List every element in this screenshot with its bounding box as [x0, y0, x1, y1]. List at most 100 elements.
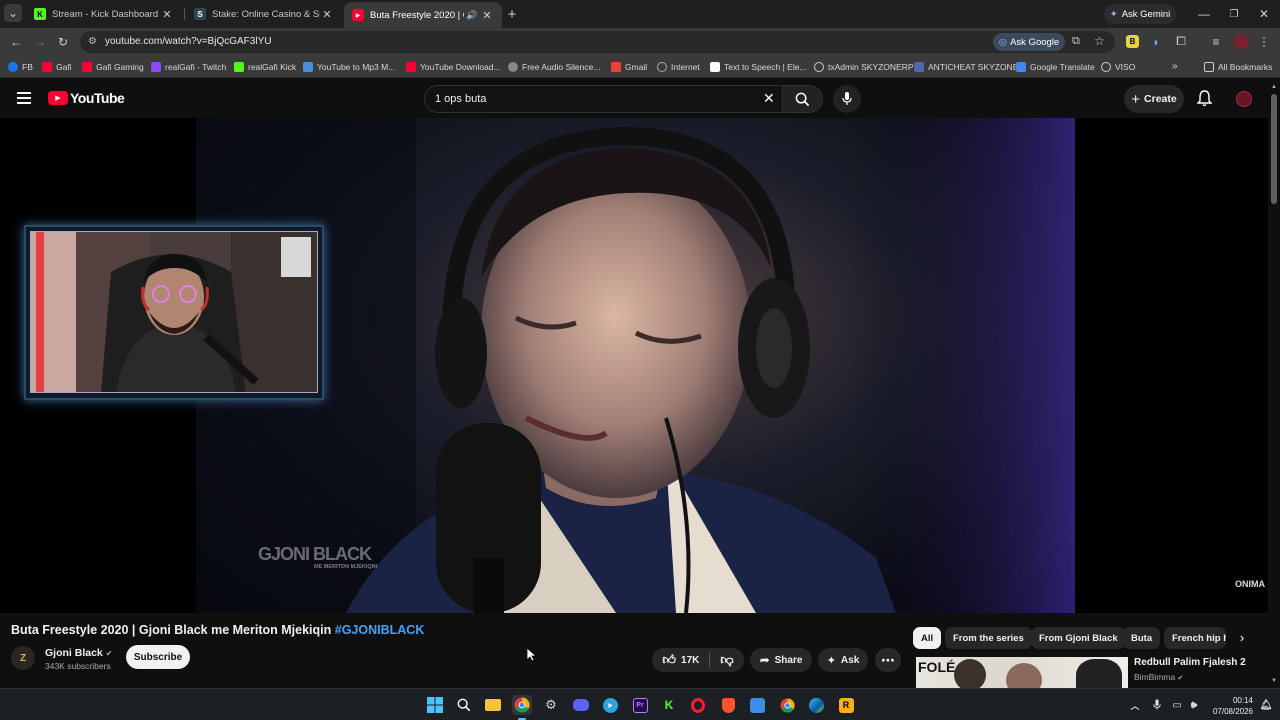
restore-icon[interactable]: ❐ [1226, 0, 1242, 28]
telegram-icon[interactable]: ➤ [600, 695, 620, 715]
extension-wave-icon[interactable]: ◗ [1149, 28, 1163, 55]
channel-avatar[interactable]: Z [11, 646, 35, 670]
chips-next-chevron-icon[interactable]: › [1232, 630, 1252, 648]
steam-icon[interactable]: ⚙ [541, 695, 561, 715]
bookmark-audio-silence[interactable]: Free Audio Silence... [508, 55, 600, 78]
dislike-button[interactable]: 👎︎ [710, 652, 733, 668]
minimize-icon[interactable]: — [1196, 0, 1212, 28]
taskbar-clock[interactable]: 00:14 07/08/2026 [1207, 695, 1253, 717]
tray-microphone-icon[interactable] [1147, 695, 1167, 715]
tab-kick-dashboard[interactable]: K Stream - Kick Dashboard ✕ [26, 0, 182, 28]
bookmark-translate[interactable]: Google Translate [1016, 55, 1095, 78]
channel-name[interactable]: Gjoni Black ✔ [45, 647, 112, 659]
youtube-logo[interactable]: ▶ YouTube [48, 90, 125, 106]
page-scrollbar[interactable]: ▲ ▼ [1268, 80, 1280, 688]
bookmark-tts[interactable]: Text to Speech | Ele... [710, 55, 807, 78]
more-bookmarks-icon[interactable]: » [1172, 55, 1178, 78]
tab-youtube-video[interactable]: ▶ Buta Freestyle 2020 | Gjoni 🔊 ✕ [344, 2, 502, 28]
media-controls-icon[interactable]: ≡ [1209, 28, 1223, 55]
url-text[interactable]: youtube.com/watch?v=BjQcGAF3lYU [105, 36, 271, 47]
capcut-icon[interactable] [747, 695, 767, 715]
bookmark-gafi[interactable]: Gafi [42, 55, 72, 78]
scrollbar-thumb[interactable] [1271, 94, 1277, 204]
bookmark-twitch[interactable]: realGafi - Twitch [151, 55, 226, 78]
related-video-title[interactable]: Redbull Palim Fjalesh 2 [1134, 657, 1246, 668]
chip-from-channel[interactable]: From Gjoni Black [1031, 627, 1126, 649]
like-button[interactable]: 👍︎ 17K [662, 652, 711, 668]
bookmark-anticheat[interactable]: ANTICHEAT SKYZONE [914, 55, 1018, 78]
edge-icon[interactable] [806, 695, 826, 715]
related-video-channel[interactable]: BimBimma ✔ [1134, 672, 1183, 682]
close-icon[interactable]: ✕ [480, 9, 494, 22]
discord-icon[interactable] [571, 695, 591, 715]
search-button[interactable] [783, 85, 823, 113]
notification-center-icon[interactable]: 🔔︎ [1258, 695, 1274, 715]
forward-icon[interactable]: → [32, 28, 48, 55]
search-input[interactable]: 1 ops buta [435, 93, 486, 105]
search-box[interactable]: 1 ops buta ✕ [424, 85, 783, 113]
video-frame[interactable]: GJONI BLACK ME MERITON MJEKIQIN [196, 118, 1075, 613]
brave-icon[interactable] [718, 695, 738, 715]
file-explorer-icon[interactable] [483, 695, 503, 715]
all-bookmarks-folder[interactable]: All Bookmarks [1204, 55, 1272, 78]
close-icon[interactable]: ✕ [320, 8, 334, 21]
bookmark-gafi-gaming[interactable]: Gafi Gaming [82, 55, 144, 78]
chip-from-the-series[interactable]: From the series [945, 627, 1032, 649]
kick-app-icon[interactable]: K [659, 695, 679, 715]
window-close-icon[interactable]: ✕ [1256, 0, 1272, 28]
share-button[interactable]: ➦ Share [750, 648, 812, 672]
bookmark-kick[interactable]: realGafi Kick [234, 55, 296, 78]
chip-all[interactable]: All [913, 627, 942, 649]
tray-overflow-chevron-icon[interactable]: ︿ [1125, 695, 1145, 715]
ask-ai-button[interactable]: ✦ Ask [818, 648, 868, 672]
bookmark-yt-mp3[interactable]: YouTube to Mp3 M... [303, 55, 395, 78]
back-icon[interactable]: ← [8, 28, 24, 55]
rockstar-launcher-icon[interactable]: R [836, 695, 856, 715]
bookmark-gmail[interactable]: Gmail [611, 55, 647, 78]
clear-search-icon[interactable]: ✕ [763, 90, 775, 107]
extension-b-icon[interactable]: B [1126, 35, 1139, 48]
close-icon[interactable]: ✕ [160, 8, 174, 21]
ask-google-button[interactable]: ◎ Ask Google [993, 33, 1065, 51]
scroll-up-icon[interactable]: ▲ [1271, 84, 1277, 90]
site-info-icon[interactable]: ⚙ [88, 36, 97, 47]
browser-tab-strip: ⌄ K Stream - Kick Dashboard ✕ S Stake: O… [0, 0, 1280, 28]
profile-avatar[interactable] [1234, 34, 1249, 49]
bookmark-fb[interactable]: FB [8, 55, 33, 78]
bookmark-yt-download[interactable]: YouTube Download... [406, 55, 501, 78]
subscribe-button[interactable]: Subscribe [126, 645, 190, 669]
account-avatar[interactable] [1236, 91, 1252, 107]
ask-gemini-button[interactable]: ✦ Ask Gemini [1104, 4, 1176, 24]
more-actions-icon[interactable]: ⋯ [875, 648, 901, 672]
tab-search-icon[interactable]: ⌄ [4, 4, 22, 22]
notifications-bell-icon[interactable] [1196, 90, 1213, 112]
address-bar[interactable]: ⚙ youtube.com/watch?v=BjQcGAF3lYU ◎ Ask G… [80, 31, 1115, 53]
chip-french-hip-hop[interactable]: French hip h [1164, 627, 1226, 649]
install-app-icon[interactable]: ⧉ [1072, 35, 1080, 48]
tab-stake-casino[interactable]: S Stake: Online Casino & Sports B ✕ [186, 0, 342, 28]
bookmark-internet[interactable]: Internet [657, 55, 700, 78]
extensions-icon[interactable]: ⧠ [1174, 28, 1188, 55]
volume-icon[interactable]: 🕪︎ [1184, 695, 1204, 715]
windows-start-icon[interactable] [425, 695, 445, 715]
new-tab-icon[interactable]: + [504, 0, 520, 28]
scroll-down-icon[interactable]: ▼ [1271, 678, 1277, 684]
hamburger-menu-icon[interactable] [17, 92, 31, 104]
premiere-pro-icon[interactable]: Pr [630, 695, 650, 715]
bookmark-viso[interactable]: VISO [1101, 55, 1135, 78]
related-video-thumbnail[interactable]: FOLÉ [916, 657, 1128, 688]
chip-buta[interactable]: Buta [1123, 627, 1161, 649]
chrome-icon[interactable] [512, 695, 532, 715]
taskbar-search-icon[interactable] [454, 695, 474, 715]
speaker-icon[interactable]: 🔊 [464, 10, 480, 21]
hashtag-link[interactable]: #GJONIBLACK [335, 623, 425, 637]
create-button[interactable]: + Create [1124, 85, 1184, 113]
opera-gx-icon[interactable] [688, 695, 708, 715]
bookmark-star-icon[interactable]: ☆ [1094, 34, 1105, 48]
chrome-profile-icon[interactable] [777, 695, 797, 715]
video-player[interactable]: GJONI BLACK ME MERITON MJEKIQIN ONIMA [0, 118, 1268, 613]
browser-menu-icon[interactable]: ⋮ [1258, 28, 1270, 55]
voice-search-button[interactable] [833, 85, 861, 113]
bookmark-txadmin[interactable]: txAdmin SKYZONERP [814, 55, 914, 78]
reload-icon[interactable]: ↻ [55, 28, 71, 55]
